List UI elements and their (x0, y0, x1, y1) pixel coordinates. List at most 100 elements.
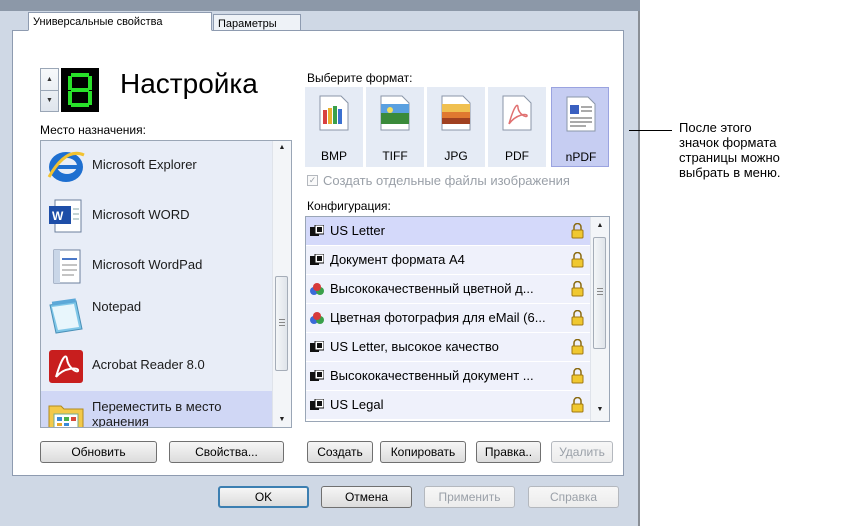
color-scan-icon (310, 283, 324, 295)
configuration-item-label: US Letter (330, 223, 385, 238)
bmp-format-icon (319, 95, 349, 131)
ok-button[interactable]: OK (218, 486, 309, 508)
destination-item-label: Notepad (92, 299, 142, 314)
destination-scrollbar[interactable]: ▲ ▼ (272, 141, 291, 427)
lock-icon (571, 339, 584, 355)
copy-button[interactable]: Копировать (380, 441, 466, 463)
destination-item[interactable]: Acrobat Reader 8.0 (41, 341, 273, 391)
format-label-text: BMP (320, 149, 347, 163)
delete-button[interactable]: Удалить (551, 441, 613, 463)
configuration-list[interactable]: US Letter Документ формата A4 Высококаче… (305, 216, 610, 422)
destination-item-label-line1: Переместить в место (92, 399, 222, 414)
storage-folder-icon (48, 405, 84, 427)
spinner-up-icon[interactable]: ▲ (41, 69, 58, 91)
configuration-item[interactable]: Документ формата A4 (306, 246, 591, 275)
format-bmp[interactable]: BMP (305, 87, 363, 167)
configuration-item-selected[interactable]: US Letter (306, 217, 591, 246)
callout-text: После этого значок формата страницы можн… (679, 120, 839, 180)
callout-line-2: значок формата (679, 135, 777, 150)
lock-icon (571, 310, 584, 326)
configuration-item[interactable]: US Letter, высокое качество (306, 333, 591, 362)
destination-item-selected[interactable]: Переместить в место хранения (41, 391, 273, 428)
configuration-item-label: Высококачественный цветной д... (330, 281, 534, 296)
refresh-button[interactable]: Обновить (40, 441, 157, 463)
destination-item[interactable]: W Microsoft WORD (41, 191, 273, 241)
scroll-down-icon[interactable]: ▼ (273, 413, 291, 427)
properties-button[interactable]: Свойства... (169, 441, 284, 463)
configuration-item-label: US Legal (330, 397, 384, 412)
callout-line-4: выбрать в меню. (679, 165, 781, 180)
format-label-text: JPG (444, 149, 468, 163)
configuration-item-label: US Letter, высокое качество (330, 339, 499, 354)
preset-spinner[interactable]: ▲ ▼ (40, 68, 59, 112)
notepad-icon (49, 298, 83, 334)
document-scan-icon (310, 399, 324, 410)
destination-item[interactable]: Microsoft WordPad (41, 241, 273, 291)
document-scan-icon (310, 370, 324, 381)
configuration-item[interactable]: Высококачественный цветной д... (306, 275, 591, 304)
separate-files-label: Создать отдельные файлы изображения (323, 173, 570, 188)
preset-number-display (61, 68, 99, 112)
format-label-text: TIFF (382, 149, 408, 163)
scrollbar-thumb[interactable] (275, 276, 288, 371)
separate-files-option: ✓ Создать отдельные файлы изображения (307, 173, 607, 189)
callout-line (629, 130, 672, 131)
document-scan-icon (310, 225, 324, 236)
window-top-edge (0, 0, 640, 11)
configuration-label: Конфигурация: (307, 199, 391, 213)
lock-icon (571, 368, 584, 384)
configuration-item[interactable]: Цветная фотография для eMail (6... (306, 304, 591, 333)
scroll-up-icon[interactable]: ▲ (591, 219, 609, 233)
destination-item-label: Acrobat Reader 8.0 (92, 357, 205, 372)
format-label: Выберите формат: (307, 71, 413, 85)
color-scan-icon (310, 312, 324, 324)
configuration-scrollbar[interactable]: ▲ ▼ (590, 217, 609, 421)
format-label-text: nPDF (565, 150, 597, 164)
format-tiff[interactable]: TIFF (366, 87, 424, 167)
destination-label: Место назначения: (40, 123, 146, 137)
format-label-text: PDF (505, 149, 529, 163)
internet-explorer-icon (47, 151, 85, 182)
cancel-button[interactable]: Отмена (321, 486, 412, 508)
format-npdf-selected[interactable]: nPDF (551, 87, 609, 167)
scroll-down-icon[interactable]: ▼ (591, 403, 609, 417)
separate-files-checkbox: ✓ (307, 175, 318, 186)
document-scan-icon (310, 254, 324, 265)
lock-icon (571, 397, 584, 413)
help-button[interactable]: Справка (528, 486, 619, 508)
configuration-item[interactable]: Высококачественный документ ... (306, 362, 591, 391)
destination-item-label: Microsoft WORD (92, 207, 190, 222)
word-icon: W (49, 199, 82, 233)
acrobat-icon (49, 350, 83, 383)
document-scan-icon (310, 341, 324, 352)
destination-item[interactable]: Microsoft Explorer (41, 141, 273, 191)
spinner-down-icon[interactable]: ▼ (41, 90, 58, 111)
npdf-format-icon (566, 96, 596, 132)
create-button[interactable]: Создать (307, 441, 373, 463)
svg-text:W: W (52, 209, 64, 223)
destination-item-label: Microsoft WordPad (92, 257, 203, 272)
scroll-up-icon[interactable]: ▲ (273, 141, 291, 155)
format-pdf[interactable]: PDF (488, 87, 546, 167)
lock-icon (571, 252, 584, 268)
wordpad-icon (53, 249, 81, 284)
configuration-item-label: Цветная фотография для eMail (6... (330, 310, 546, 325)
lock-icon (571, 281, 584, 297)
tab-universal-properties[interactable]: Универсальные свойства (28, 12, 212, 31)
apply-button[interactable]: Применить (424, 486, 515, 508)
edit-button[interactable]: Правка.. (476, 441, 541, 463)
scrollbar-thumb[interactable] (593, 237, 606, 349)
destination-list[interactable]: Microsoft Explorer W Microsoft WORD Micr… (40, 140, 292, 428)
callout-line-3: страницы можно (679, 150, 780, 165)
destination-item[interactable]: Notepad (41, 291, 273, 341)
callout-line-1: После этого (679, 120, 752, 135)
format-jpg[interactable]: JPG (427, 87, 485, 167)
configuration-item-label: Высококачественный документ ... (330, 368, 534, 383)
configuration-item-label: Документ формата A4 (330, 252, 465, 267)
configuration-item[interactable]: US Legal (306, 391, 591, 420)
lock-icon (571, 223, 584, 239)
pdf-format-icon (502, 95, 532, 131)
jpg-format-icon (441, 95, 471, 131)
destination-item-label-line2: хранения (92, 414, 149, 428)
tiff-format-icon (380, 95, 410, 131)
